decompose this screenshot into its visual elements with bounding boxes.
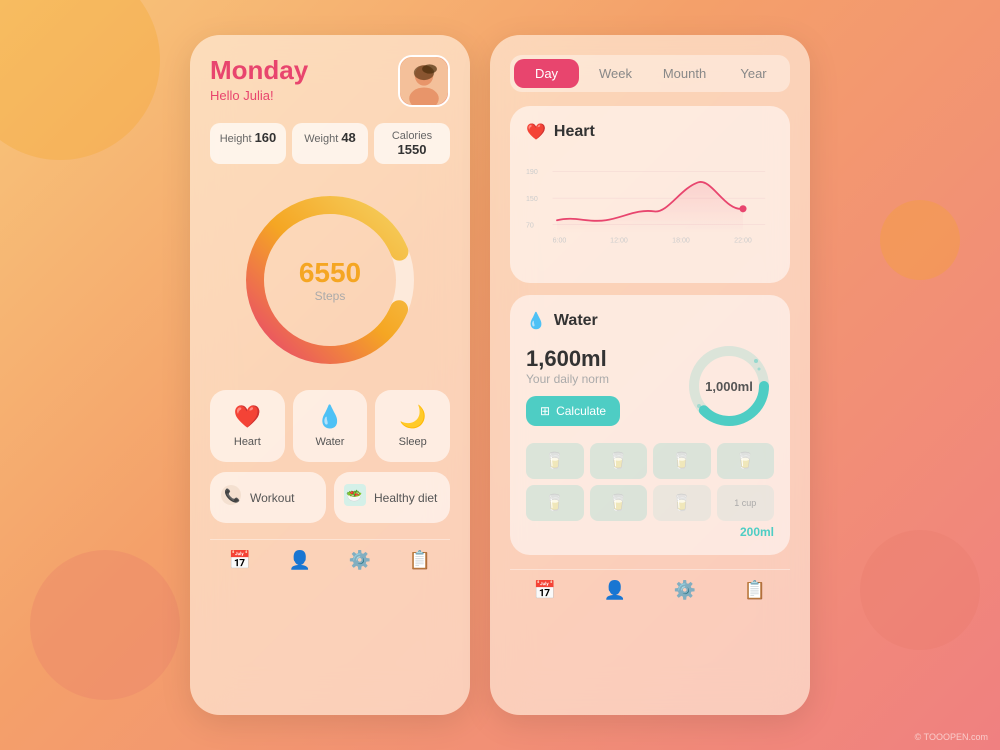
cup-ml-value: 200ml — [740, 525, 774, 539]
heart-line-chart: 190 150 70 6:00 12:00 18:00 22:00 — [526, 152, 774, 262]
water-content: 1,600ml Your daily norm ⊞ Calculate — [526, 341, 774, 431]
cup-4[interactable]: 🥛 — [717, 443, 775, 479]
tab-month[interactable]: Mounth — [652, 59, 717, 88]
calculate-grid-icon: ⊞ — [540, 404, 550, 418]
water-norm: Your daily norm — [526, 372, 684, 386]
water-card: 💧 Water 1,600ml Your daily norm ⊞ Calcul… — [510, 295, 790, 555]
watermark: © TOOOPEN.com — [915, 732, 988, 742]
bg-circle-1 — [0, 0, 160, 160]
height-stat: Height 160 — [210, 123, 286, 164]
workout-icon: 📞 — [220, 484, 242, 511]
bg-circle-4 — [880, 200, 960, 280]
water-info: 1,600ml Your daily norm ⊞ Calculate — [526, 346, 684, 426]
heart-chart-card: ❤️ Heart 190 150 70 6:00 12:00 18:00 22:… — [510, 106, 790, 283]
tab-week[interactable]: Week — [583, 59, 648, 88]
nav-profile-icon[interactable]: 👤 — [289, 550, 311, 571]
heart-chart-icon: ❤️ — [526, 122, 546, 142]
cup-6[interactable]: 🥛 — [590, 485, 648, 521]
calories-value: 1550 — [398, 142, 427, 157]
heart-quick-card[interactable]: ❤️ Heart — [210, 390, 285, 462]
heart-label: Heart — [234, 436, 261, 448]
calculate-button[interactable]: ⊞ Calculate — [526, 396, 620, 426]
healthy-diet-icon: 🥗 — [344, 484, 366, 511]
stats-row: Height 160 Weight 48 Calories 1550 — [210, 123, 450, 164]
water-label: Water — [316, 436, 345, 448]
steps-number: 6550 — [299, 257, 361, 289]
steps-donut-container: 6550 Steps — [210, 180, 450, 380]
heart-chart-title: Heart — [554, 123, 595, 141]
water-donut: 1,000ml — [684, 341, 774, 431]
tab-year[interactable]: Year — [721, 59, 786, 88]
quick-icons-row: ❤️ Heart 💧 Water 🌙 Sleep — [210, 390, 450, 462]
cup-2[interactable]: 🥛 — [590, 443, 648, 479]
svg-text:70: 70 — [526, 221, 534, 229]
app-container: Monday Hello Julia! Height 160 Weight 48 — [190, 35, 810, 715]
cup-3[interactable]: 🥛 — [653, 443, 711, 479]
cup-info: 1 cup — [717, 485, 775, 521]
left-bottom-nav: 📅 👤 ⚙️ 📋 — [210, 539, 450, 571]
heart-chart-title-row: ❤️ Heart — [526, 122, 774, 142]
avatar — [398, 55, 450, 107]
long-cards-row: 📞 Workout 🥗 Healthy diet — [210, 472, 450, 523]
cup-label-row: 200ml — [526, 525, 774, 539]
workout-label: Workout — [250, 491, 294, 505]
calculate-label: Calculate — [556, 404, 606, 418]
sleep-quick-card[interactable]: 🌙 Sleep — [375, 390, 450, 462]
heart-icon: ❤️ — [234, 404, 261, 430]
water-quick-card[interactable]: 💧 Water — [293, 390, 368, 462]
cup-5[interactable]: 🥛 — [526, 485, 584, 521]
weight-value: 48 — [341, 130, 355, 145]
nav-settings-icon[interactable]: ⚙️ — [349, 550, 371, 571]
left-header: Monday Hello Julia! — [210, 55, 450, 107]
sleep-label: Sleep — [399, 436, 427, 448]
tab-day[interactable]: Day — [514, 59, 579, 88]
water-donut-value: 1,000ml — [705, 379, 753, 394]
bg-circle-2 — [30, 550, 180, 700]
water-title: Water — [554, 312, 598, 330]
cup-1[interactable]: 🥛 — [526, 443, 584, 479]
right-bottom-nav: 📅 👤 ⚙️ 📋 — [510, 569, 790, 601]
right-phone-card: Day Week Mounth Year ❤️ Heart 190 150 70 — [490, 35, 810, 715]
right-nav-checklist-icon[interactable]: 📋 — [744, 580, 766, 601]
weight-stat: Weight 48 — [292, 123, 368, 164]
svg-text:📞: 📞 — [224, 487, 241, 503]
greeting-block: Monday Hello Julia! — [210, 55, 308, 103]
height-value: 160 — [255, 130, 277, 145]
greeting-name: Hello Julia! — [210, 88, 308, 103]
svg-text:🥗: 🥗 — [346, 488, 362, 503]
water-drop-icon: 💧 — [316, 404, 343, 430]
sleep-icon: 🌙 — [399, 404, 426, 430]
right-nav-settings-icon[interactable]: ⚙️ — [674, 580, 696, 601]
svg-text:150: 150 — [526, 195, 538, 203]
healthy-diet-card[interactable]: 🥗 Healthy diet — [334, 472, 450, 523]
svg-text:18:00: 18:00 — [672, 236, 690, 244]
nav-calendar-icon[interactable]: 📅 — [229, 550, 251, 571]
day-label: Monday — [210, 55, 308, 86]
workout-card[interactable]: 📞 Workout — [210, 472, 326, 523]
tabs-row: Day Week Mounth Year — [510, 55, 790, 92]
cup-size-label: 1 cup — [734, 498, 756, 508]
cup-grid: 🥛 🥛 🥛 🥛 🥛 🥛 🥛 1 cup — [526, 443, 774, 521]
water-title-icon: 💧 — [526, 311, 546, 331]
calories-stat: Calories 1550 — [374, 123, 450, 164]
right-nav-profile-icon[interactable]: 👤 — [604, 580, 626, 601]
steps-label: Steps — [299, 289, 361, 303]
steps-text: 6550 Steps — [299, 257, 361, 303]
svg-text:22:00: 22:00 — [734, 236, 752, 244]
cup-7[interactable]: 🥛 — [653, 485, 711, 521]
bg-circle-3 — [860, 530, 980, 650]
water-amount: 1,600ml — [526, 346, 684, 372]
svg-text:6:00: 6:00 — [553, 236, 567, 244]
water-title-row: 💧 Water — [526, 311, 774, 331]
nav-checklist-icon[interactable]: 📋 — [409, 550, 431, 571]
right-nav-calendar-icon[interactable]: 📅 — [534, 580, 556, 601]
left-phone-card: Monday Hello Julia! Height 160 Weight 48 — [190, 35, 470, 715]
healthy-diet-label: Healthy diet — [374, 491, 437, 505]
svg-text:12:00: 12:00 — [610, 236, 628, 244]
svg-text:190: 190 — [526, 168, 538, 176]
